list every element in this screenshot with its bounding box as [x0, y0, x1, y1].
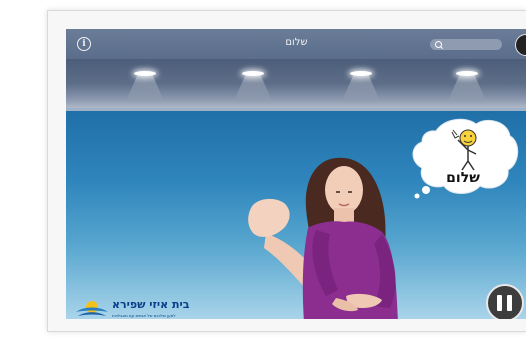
- logo-mark-icon: [76, 301, 108, 316]
- top-bar: i שלום: [66, 29, 526, 59]
- thought-bubble: שלום: [412, 118, 519, 199]
- sign-language-presenter: [248, 157, 398, 319]
- video-player[interactable]: שלום בית איזי שפירא למען שילובם של אנשים…: [66, 108, 526, 319]
- pause-button[interactable]: [486, 284, 524, 319]
- logo-tagline: למען שילובם של אנשים עם מוגבלויות: [112, 313, 176, 318]
- ceiling-lamp: [350, 71, 372, 76]
- ceiling-lamp: [242, 71, 264, 76]
- studio-ceiling: [66, 59, 526, 114]
- ceiling-lamp: [134, 71, 156, 76]
- search-field[interactable]: [430, 39, 502, 50]
- pause-icon: [497, 295, 502, 311]
- app-screen: i שלום שלום בית איזי שפירא למען שילובם ש…: [66, 29, 526, 319]
- pause-icon: [507, 295, 512, 311]
- bubble-word: שלום: [446, 170, 480, 186]
- logo-name: בית איזי שפירא: [112, 298, 190, 311]
- tablet-frame: i שלום שלום בית איזי שפירא למען שילובם ש…: [47, 10, 526, 332]
- organization-logo: בית איזי שפירא למען שילובם של אנשים עם מ…: [72, 298, 202, 319]
- ceiling-lamp: [456, 71, 478, 76]
- profile-button[interactable]: [515, 34, 526, 56]
- search-icon: [435, 41, 442, 48]
